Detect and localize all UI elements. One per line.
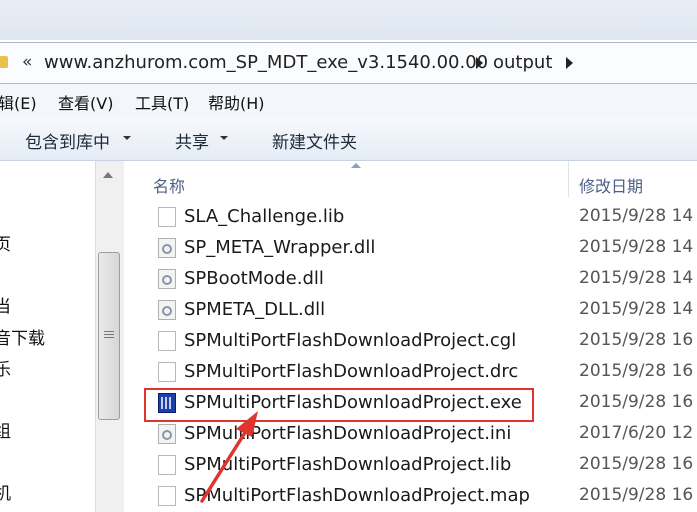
- menu-edit[interactable]: 辑(E): [0, 90, 37, 114]
- breadcrumb-arrow-icon[interactable]: [476, 57, 483, 69]
- file-name[interactable]: SLA_Challenge.lib: [184, 206, 344, 227]
- red-arrow-icon: [200, 411, 258, 503]
- menu-help[interactable]: 帮助(H): [208, 90, 265, 114]
- dll-file-icon: [158, 269, 176, 289]
- breadcrumb-overflow[interactable]: «: [22, 52, 32, 72]
- window-titlebar: [0, 0, 697, 40]
- file-date: 2015/9/28 16: [579, 361, 694, 381]
- file-date: 2017/6/20 12: [579, 423, 694, 443]
- file-date: 2015/9/28 16: [579, 392, 694, 412]
- file-date: 2015/9/28 16: [579, 330, 694, 350]
- dll-file-icon: [158, 238, 176, 258]
- nav-item[interactable]: 机: [0, 479, 11, 504]
- grip-line: [104, 337, 114, 338]
- nav-item[interactable]: 当: [0, 292, 11, 317]
- file-name[interactable]: SPMETA_DLL.dll: [184, 299, 325, 320]
- menu-tools[interactable]: 工具(T): [135, 90, 189, 114]
- breadcrumb-output[interactable]: output: [493, 52, 552, 73]
- settings-file-icon: [158, 424, 176, 444]
- file-date: 2015/9/28 16: [579, 485, 694, 505]
- chevron-down-icon[interactable]: [123, 136, 131, 140]
- file-date: 2015/9/28 16: [579, 454, 694, 474]
- file-icon: [158, 362, 176, 382]
- menu-view[interactable]: 查看(V): [58, 90, 113, 114]
- file-icon: [158, 486, 176, 506]
- sort-indicator-icon: [351, 163, 361, 168]
- chevron-down-icon[interactable]: [220, 136, 228, 140]
- nav-item[interactable]: ᐟ: [0, 262, 1, 282]
- nav-item[interactable]: 音下载: [0, 324, 45, 349]
- file-name[interactable]: SPBootMode.dll: [184, 268, 324, 289]
- dll-file-icon: [158, 300, 176, 320]
- file-name[interactable]: SPMultiPortFlashDownloadProject.drc: [184, 361, 518, 382]
- file-icon: [158, 331, 176, 351]
- share-button[interactable]: 共享: [175, 128, 209, 153]
- breadcrumb-arrow-icon[interactable]: [566, 57, 573, 69]
- scroll-up-arrow-icon[interactable]: [103, 172, 113, 178]
- breadcrumb-path[interactable]: www.anzhurom.com_SP_MDT_exe_v3.1540.00.0…: [44, 52, 488, 73]
- file-name[interactable]: SP_META_Wrapper.dll: [184, 237, 375, 258]
- folder-icon: [0, 56, 8, 68]
- include-in-library-button[interactable]: 包含到库中: [25, 128, 110, 153]
- grip-line: [104, 334, 114, 335]
- file-date: 2015/9/28 14: [579, 299, 694, 319]
- file-date: 2015/9/28 14: [579, 206, 694, 226]
- nav-item[interactable]: 页: [0, 230, 11, 255]
- file-date: 2015/9/28 14: [579, 237, 694, 257]
- grip-line: [104, 331, 114, 332]
- file-icon: [158, 207, 176, 227]
- file-date: 2015/9/28 14: [579, 268, 694, 288]
- scrollbar-thumb[interactable]: [98, 252, 120, 420]
- file-icon: [158, 455, 176, 475]
- column-divider[interactable]: [568, 161, 569, 197]
- nav-item[interactable]: 组: [0, 417, 11, 442]
- file-name[interactable]: SPMultiPortFlashDownloadProject.cgl: [184, 330, 516, 351]
- nav-item[interactable]: 乐: [0, 355, 11, 380]
- new-folder-button[interactable]: 新建文件夹: [272, 128, 357, 153]
